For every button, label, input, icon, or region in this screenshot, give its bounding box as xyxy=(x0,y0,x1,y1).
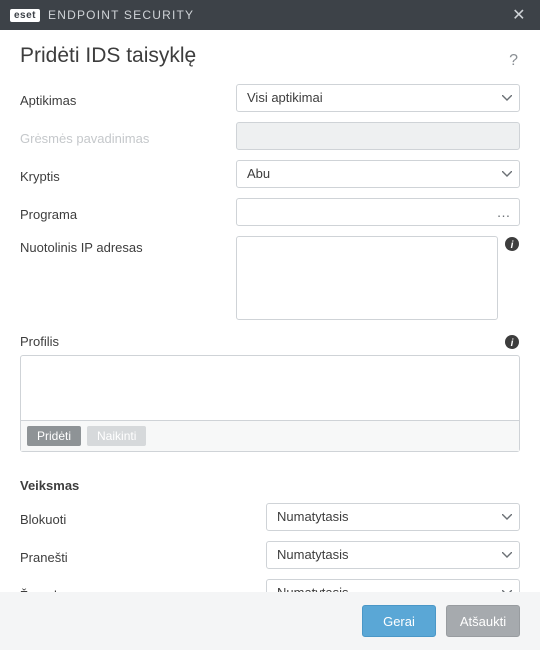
label-remote-ip: Nuotolinis IP adresas xyxy=(20,236,236,255)
browse-button[interactable]: … xyxy=(492,200,516,224)
brand-logo: eset xyxy=(10,9,40,22)
row-detection: Aptikimas Visi aptikimai xyxy=(20,84,520,112)
threat-name-field xyxy=(236,122,520,150)
row-notify: Pranešti Numatytasis xyxy=(20,541,520,569)
remote-ip-input[interactable] xyxy=(236,236,498,320)
profile-box: Pridėti Naikinti xyxy=(20,355,520,452)
row-threat-name: Grėsmės pavadinimas xyxy=(20,122,520,150)
profile-list[interactable] xyxy=(21,356,519,420)
help-icon[interactable]: ? xyxy=(507,52,520,70)
page-title: Pridėti IDS taisyklę xyxy=(20,44,507,68)
section-action: Veiksmas xyxy=(20,478,520,493)
delete-button: Naikinti xyxy=(87,426,146,446)
application-input[interactable] xyxy=(236,198,520,226)
add-button[interactable]: Pridėti xyxy=(27,426,81,446)
cancel-button[interactable]: Atšaukti xyxy=(446,605,520,637)
direction-select[interactable]: Abu xyxy=(236,160,520,188)
svg-text:i: i xyxy=(511,240,514,251)
dialog-content: Pridėti IDS taisyklę ? Aptikimas Visi ap… xyxy=(0,30,540,633)
info-icon[interactable]: i xyxy=(504,236,520,252)
label-notify: Pranešti xyxy=(20,546,266,565)
row-block: Blokuoti Numatytasis xyxy=(20,503,520,531)
label-application: Programa xyxy=(20,203,236,222)
notify-select[interactable]: Numatytasis xyxy=(266,541,520,569)
titlebar: eset ENDPOINT SECURITY ✕ xyxy=(0,0,540,30)
label-direction: Kryptis xyxy=(20,165,236,184)
label-detection: Aptikimas xyxy=(20,89,236,108)
close-icon[interactable]: ✕ xyxy=(508,5,530,25)
profile-buttons: Pridėti Naikinti xyxy=(21,420,519,451)
block-select[interactable]: Numatytasis xyxy=(266,503,520,531)
svg-text:i: i xyxy=(511,338,514,349)
product-name: ENDPOINT SECURITY xyxy=(48,8,194,22)
row-direction: Kryptis Abu xyxy=(20,160,520,188)
label-block: Blokuoti xyxy=(20,508,266,527)
label-profile: Profilis xyxy=(20,334,498,349)
info-icon[interactable]: i xyxy=(504,334,520,350)
ok-button[interactable]: Gerai xyxy=(362,605,436,637)
detection-select[interactable]: Visi aptikimai xyxy=(236,84,520,112)
footer: Gerai Atšaukti xyxy=(0,592,540,650)
row-remote-ip: Nuotolinis IP adresas i xyxy=(20,236,520,320)
label-threat-name: Grėsmės pavadinimas xyxy=(20,127,236,146)
row-application: Programa … xyxy=(20,198,520,226)
